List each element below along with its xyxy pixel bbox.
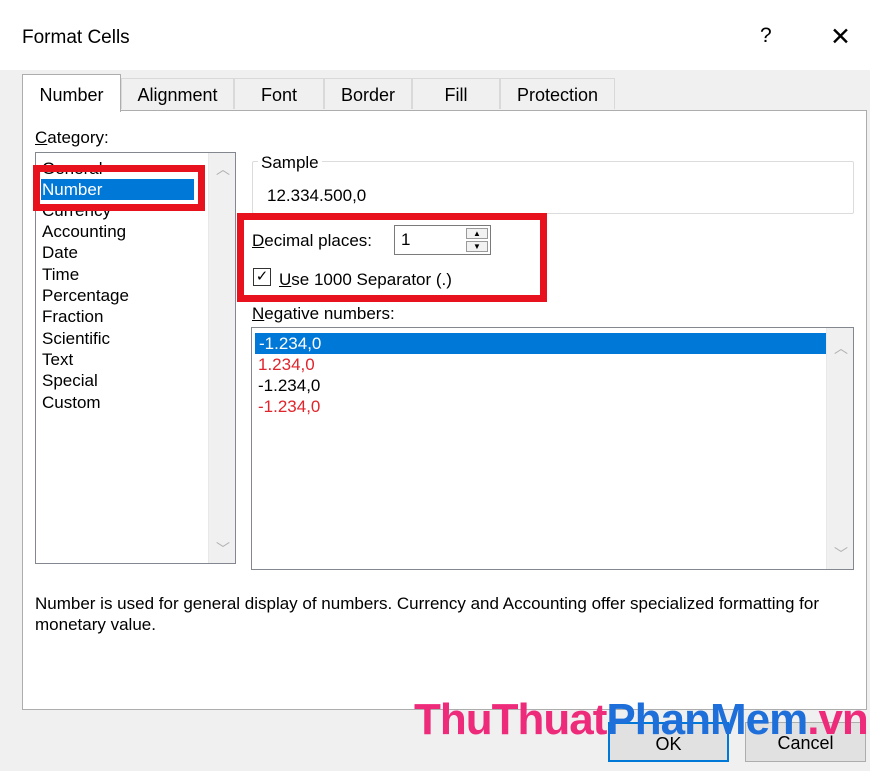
negative-option[interactable]: -1.234,0 [255,333,826,354]
sample-title: Sample [258,153,322,173]
category-item-fraction[interactable]: Fraction [42,306,103,327]
scroll-up-icon[interactable]: ︿ [834,338,848,358]
tab-protection[interactable]: Protection [500,78,615,109]
highlight-box-decimal [237,213,547,302]
category-scrollbar[interactable]: ︿ ﹀ [208,153,235,563]
title-bar: Format Cells ? ✕ [0,0,870,70]
category-item-text[interactable]: Text [42,349,73,370]
scroll-up-icon[interactable]: ︿ [216,159,230,179]
tab-number[interactable]: Number [22,74,121,112]
negative-scrollbar[interactable]: ︿ ﹀ [826,328,853,569]
close-icon[interactable]: ✕ [830,22,851,52]
category-item-accounting[interactable]: Accounting [42,221,126,242]
scroll-down-icon[interactable]: ﹀ [216,539,230,559]
window-title: Format Cells [22,27,130,48]
help-button[interactable]: ? [760,24,772,48]
scroll-down-icon[interactable]: ﹀ [834,544,848,564]
category-description: Number is used for general display of nu… [35,594,819,634]
sample-value: 12.334.500,0 [267,186,367,205]
category-item-scientific[interactable]: Scientific [42,328,110,349]
category-item-percentage[interactable]: Percentage [42,285,129,306]
negative-numbers-label: Negative numbers: [252,304,395,323]
tab-font[interactable]: Font [234,78,324,109]
negative-option[interactable]: 1.234,0 [258,354,315,375]
negative-numbers-list[interactable]: -1.234,0 1.234,0 -1.234,0 -1.234,0 ︿ ﹀ [251,327,854,570]
category-item-date[interactable]: Date [42,242,78,263]
negative-option[interactable]: -1.234,0 [258,375,320,396]
category-item-time[interactable]: Time [42,264,79,285]
watermark-logo: ThuThuatPhanMem.vn [414,695,869,744]
category-list[interactable]: General Number Currency Accounting Date … [35,152,236,564]
category-item-custom[interactable]: Custom [42,392,101,413]
negative-option[interactable]: -1.234,0 [258,396,320,417]
tab-fill[interactable]: Fill [412,78,500,109]
category-label: Category: [35,128,109,147]
tab-alignment[interactable]: Alignment [121,78,234,109]
tab-border[interactable]: Border [324,78,412,109]
highlight-box-number [33,165,205,211]
category-item-special[interactable]: Special [42,370,98,391]
